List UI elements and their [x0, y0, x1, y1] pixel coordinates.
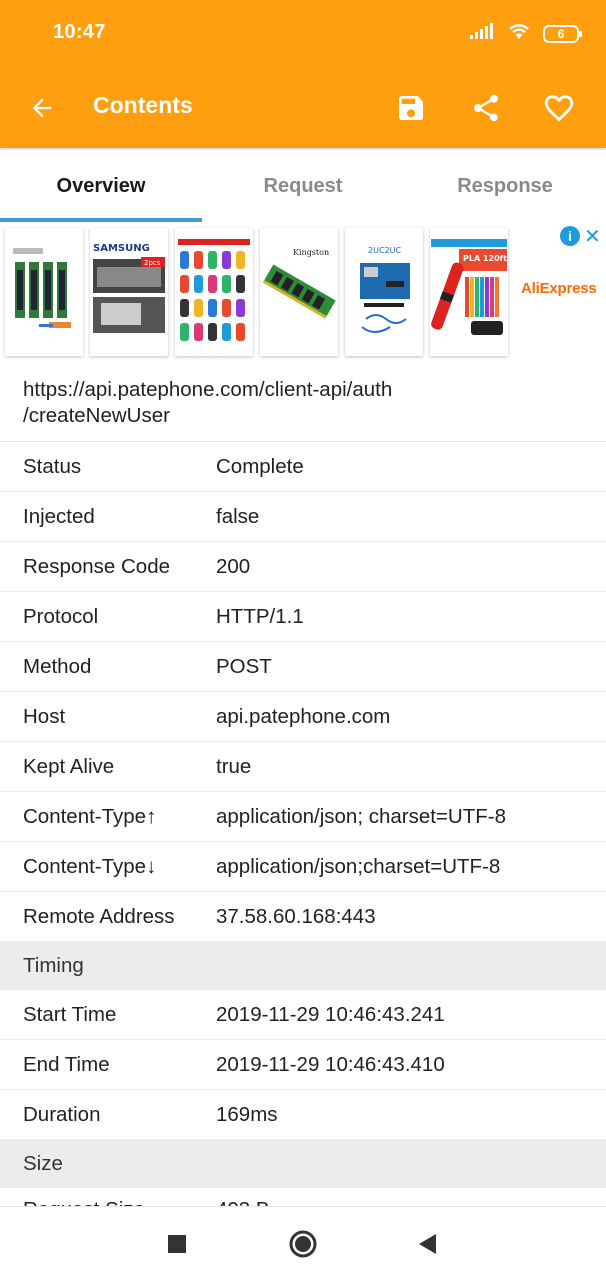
row-key: Start Time [23, 1002, 117, 1026]
row-response-code: Response Code 200 [0, 542, 606, 592]
row-value: POST [216, 654, 272, 678]
back-arrow-icon[interactable] [22, 88, 62, 128]
section-header-timing: Timing [0, 942, 606, 990]
battery-icon: 6 [543, 24, 582, 43]
row-key: Response Code [23, 554, 171, 578]
row-key: Kept Alive [23, 754, 115, 778]
row-remote-address: Remote Address 37.58.60.168:443 [0, 892, 606, 942]
ad-product-socks[interactable] [175, 228, 253, 356]
ad-product-arduino[interactable]: 2UC2UC [345, 228, 423, 356]
row-content-type-request: Content-Type↑ application/json; charset=… [0, 792, 606, 842]
row-key: Content-Type↑ [23, 804, 157, 828]
tab-request[interactable]: Request [202, 150, 404, 222]
row-status: Status Complete [0, 442, 606, 492]
tab-response[interactable]: Response [404, 150, 606, 222]
ad-brand-label[interactable]: AliExpress [521, 280, 597, 297]
row-key: Status [23, 454, 82, 478]
row-key: Method [23, 654, 92, 678]
row-end-time: End Time 2019-11-29 10:46:43.410 [0, 1040, 606, 1090]
section-header-size: Size [0, 1140, 606, 1188]
svg-text:PLA 120ft: PLA 120ft [463, 254, 507, 263]
row-value: Complete [216, 454, 304, 478]
overview-list: Status Complete Injected false Response … [0, 442, 606, 1210]
status-icons: 6 [469, 22, 582, 45]
row-value: HTTP/1.1 [216, 604, 304, 628]
page-title: Contents [93, 92, 193, 118]
row-value: 2019-11-29 10:46:43.410 [216, 1052, 445, 1076]
row-value: false [216, 504, 260, 528]
share-icon[interactable] [464, 86, 508, 130]
ad-info-icon[interactable]: i [560, 226, 580, 246]
request-url: https://api.patephone.com/client-api/aut… [0, 366, 606, 442]
svg-text:2pcs: 2pcs [144, 259, 161, 267]
svg-text:2UC2UC: 2UC2UC [368, 246, 401, 255]
signal-icon [469, 22, 495, 45]
recents-square-icon[interactable] [162, 1229, 192, 1259]
row-host: Host api.patephone.com [0, 692, 606, 742]
row-key: Remote Address [23, 904, 175, 928]
tab-overview[interactable]: Overview [0, 150, 202, 222]
system-nav-bar [0, 1206, 606, 1280]
row-method: Method POST [0, 642, 606, 692]
save-icon[interactable] [389, 86, 433, 130]
ad-banner[interactable]: SAMSUNG 2pcs Kingston 2UC2UC PLA 120ft i… [0, 222, 606, 364]
row-value: application/json;charset=UTF-8 [216, 854, 501, 878]
row-kept-alive: Kept Alive true [0, 742, 606, 792]
back-triangle-icon[interactable] [412, 1229, 442, 1259]
app-bar: Contents [0, 66, 606, 148]
row-value: application/json; charset=UTF-8 [216, 804, 506, 828]
ad-product-memory-modules[interactable] [5, 228, 83, 356]
row-injected: Injected false [0, 492, 606, 542]
ad-product-kingston-ram[interactable]: Kingston [260, 228, 338, 356]
row-value: api.patephone.com [216, 704, 391, 728]
url-line-1: https://api.patephone.com/client-api/aut… [23, 378, 393, 401]
row-duration: Duration 169ms [0, 1090, 606, 1140]
row-key: Protocol [23, 604, 99, 628]
row-key: End Time [23, 1052, 110, 1076]
url-line-2: /createNewUser [23, 404, 170, 427]
row-value: 169ms [216, 1102, 278, 1126]
app-screen: 10:47 6 Contents Overview Request Respon… [0, 0, 606, 1280]
ad-close-icon[interactable]: ✕ [584, 224, 601, 249]
status-time: 10:47 [53, 21, 106, 43]
row-value: 200 [216, 554, 251, 578]
row-protocol: Protocol HTTP/1.1 [0, 592, 606, 642]
row-start-time: Start Time 2019-11-29 10:46:43.241 [0, 990, 606, 1040]
row-value: true [216, 754, 252, 778]
svg-text:SAMSUNG: SAMSUNG [93, 243, 150, 254]
row-key: Host [23, 704, 66, 728]
heart-icon[interactable] [537, 86, 581, 130]
home-circle-icon[interactable] [288, 1229, 318, 1259]
wifi-icon [507, 22, 531, 45]
row-key: Injected [23, 504, 95, 528]
row-content-type-response: Content-Type↓ application/json;charset=U… [0, 842, 606, 892]
row-value: 2019-11-29 10:46:43.241 [216, 1002, 445, 1026]
ad-product-samsung-ram[interactable]: SAMSUNG 2pcs [90, 228, 168, 356]
tab-bar: Overview Request Response [0, 150, 606, 222]
row-key: Content-Type↓ [23, 854, 157, 878]
row-key: Duration [23, 1102, 101, 1126]
svg-text:Kingston: Kingston [293, 248, 329, 257]
ad-product-3d-pen[interactable]: PLA 120ft [430, 228, 508, 356]
status-bar: 10:47 6 [0, 0, 606, 66]
row-value: 37.58.60.168:443 [216, 904, 376, 928]
